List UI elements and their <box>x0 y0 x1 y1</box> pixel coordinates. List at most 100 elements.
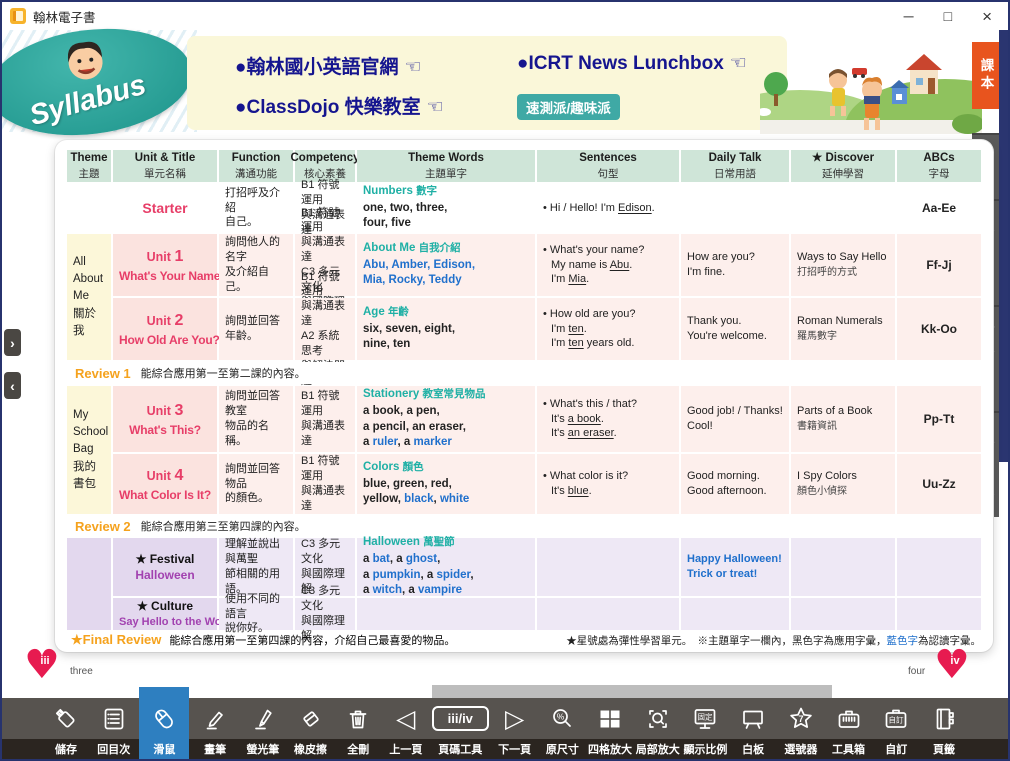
theme-all-about-me: All About Me 關於我 <box>67 234 111 360</box>
save-icon <box>52 698 80 739</box>
unit1-daily-cell: How are you? I'm fine. <box>681 234 789 296</box>
page-number-heart-right: ♥ iv <box>934 648 980 690</box>
highlighter-icon <box>249 698 277 739</box>
toc-button[interactable]: 回目次 <box>92 698 136 759</box>
unit2-title-cell: Unit 2 How Old Are You? <box>113 298 217 360</box>
svg-text:%: % <box>557 711 565 721</box>
col-header-abcs: ABCs字母 <box>897 150 981 182</box>
unit2-words-cell: Age 年齡 six, seven, eight,nine, ten <box>357 298 535 360</box>
original-size-button[interactable]: % 原尺寸 <box>540 698 584 759</box>
festival-abcs-cell <box>897 538 981 596</box>
expand-panel-button[interactable]: › <box>4 329 21 356</box>
page-tab-button[interactable]: 頁籤 <box>922 698 966 759</box>
festival-theme-cell <box>67 538 111 630</box>
col-header-theme: Theme主題 <box>67 150 111 182</box>
pointer-hand-icon: ☜ <box>404 57 421 78</box>
toc-icon <box>100 698 128 739</box>
mouse-icon <box>150 698 178 739</box>
quad-zoom-button[interactable]: 四格放大 <box>588 698 632 759</box>
tab-textbook[interactable]: 課本 <box>972 42 999 109</box>
culture-daily-cell <box>681 598 789 630</box>
display-scale-button[interactable]: 固定 顯示比例 <box>683 698 727 759</box>
unit2-discover-cell: Roman Numerals羅馬數字 <box>791 298 895 360</box>
unit4-discover-cell: I Spy Colors顏色小偵探 <box>791 454 895 514</box>
festival-sentences-cell <box>537 538 679 596</box>
final-review-label: ★Final Review <box>71 632 161 647</box>
unit3-title-cell: Unit 3 What's This? <box>113 386 217 452</box>
eraser-button[interactable]: 橡皮擦 <box>289 698 333 759</box>
starter-sentences-cell: • Hi / Hello! I'm Edison. <box>537 184 679 232</box>
kids-walking-illustration <box>760 32 982 134</box>
prev-page-button[interactable]: ◁ 上一頁 <box>384 698 428 759</box>
culture-discover-cell <box>791 598 895 630</box>
unit2-function-cell: 詢問並回答年齡。 <box>219 298 293 360</box>
region-zoom-icon <box>644 698 672 739</box>
maximize-button[interactable]: □ <box>944 9 952 23</box>
pen-icon <box>201 698 229 739</box>
culture-competency-cell: C3 多元文化 與國際理解 <box>295 598 355 630</box>
unit4-sentences-cell: • What color is it?It's blue. <box>537 454 679 514</box>
next-page-icon: ▷ <box>505 698 524 739</box>
bottom-toolbar: 儲存 回目次 滑鼠 畫筆 螢光筆 橡皮擦 <box>2 698 1008 759</box>
link-classdojo[interactable]: ●ClassDojo 快樂教室☜ <box>235 92 444 119</box>
unit4-competency-cell: B1 符號運用 與溝通表達 <box>295 454 355 514</box>
final-review-row: ★Final Review能綜合應用第一至第四課的內容，介紹自己最喜愛的物品。 … <box>71 632 981 648</box>
region-zoom-button[interactable]: 局部放大 <box>636 698 680 759</box>
culture-title-cell: ★ Culture Say Hello to the World <box>113 598 217 630</box>
pen-button[interactable]: 畫筆 <box>193 698 237 759</box>
unit1-sentences-cell: • What's your name?My name is Abu.I'm Mi… <box>537 234 679 296</box>
unit3-words-cell: Stationery 教室常見物品 a book, a pen,a pencil… <box>357 386 535 452</box>
unit3-abcs-cell: Pp-Tt <box>897 386 981 452</box>
col-header-unit-title: Unit & Title單元名稱 <box>113 150 217 182</box>
close-button[interactable]: × <box>982 8 992 25</box>
col-header-theme-words: Theme Words主題單字 <box>357 150 535 182</box>
unit4-words-cell: Colors 顏色 blue, green, red,yellow, black… <box>357 454 535 514</box>
unit2-abcs-cell: Kk-Oo <box>897 298 981 360</box>
unit1-abcs-cell: Ff-Jj <box>897 234 981 296</box>
quad-zoom-icon <box>596 698 624 739</box>
custom-tool-button[interactable]: 自訂 自訂 <box>874 698 918 759</box>
quiz-fun-chip-button[interactable]: 速測派/趣味派 <box>517 94 620 120</box>
delete-all-button[interactable]: 全刪 <box>336 698 380 759</box>
page-number-tool-button[interactable]: iii/iv 頁碼工具 <box>432 698 489 759</box>
pointer-hand-icon: ☜ <box>730 53 747 74</box>
col-header-daily-talk: Daily Talk日常用語 <box>681 150 789 182</box>
page-word-left: three <box>70 666 93 677</box>
original-size-icon: % <box>548 698 576 739</box>
starter-function-cell: 打招呼及介紹 自己。 <box>219 184 293 232</box>
svg-text:自訂: 自訂 <box>889 714 904 724</box>
festival-title-cell: ★ Festival Halloween <box>113 538 217 596</box>
unit3-daily-cell: Good job! / Thanks! Cool! <box>681 386 789 452</box>
next-page-button[interactable]: ▷ 下一頁 <box>493 698 537 759</box>
unit4-function-cell: 詢問並回答物品 的顏色。 <box>219 454 293 514</box>
col-header-sentences: Sentences句型 <box>537 150 679 182</box>
display-scale-icon: 固定 <box>691 698 719 739</box>
festival-words-cell: Halloween 萬聖節 a bat, a ghost,a pumpkin, … <box>357 538 535 596</box>
highlighter-button[interactable]: 螢光筆 <box>241 698 285 759</box>
minimize-button[interactable]: ─ <box>904 9 914 23</box>
titlebar: 翰林電子書 ─ □ × <box>2 2 1008 31</box>
horizontal-scrollbar[interactable] <box>432 685 832 698</box>
culture-function-cell: 使用不同的語言 說你好。 <box>219 598 293 630</box>
mouse-tool-button[interactable]: 滑鼠 <box>139 687 189 759</box>
main-content: Syllabus ●翰林國小英語官網☜ ●ICRT News Lunchbox☜… <box>2 30 1008 759</box>
syllabus-page: Theme主題 Unit & Title單元名稱 Function溝通功能 Co… <box>55 140 993 652</box>
toolbox-button[interactable]: 工具箱 <box>827 698 871 759</box>
whiteboard-button[interactable]: 白板 <box>731 698 775 759</box>
link-icrt-news-lunchbox[interactable]: ●ICRT News Lunchbox☜ <box>517 52 747 75</box>
number-picker-button[interactable]: 7 選號器 <box>779 698 823 759</box>
prev-page-icon: ◁ <box>396 698 415 739</box>
collapse-panel-button[interactable]: ‹ <box>4 372 21 399</box>
theme-my-school-bag: My School Bag 我的書包 <box>67 386 111 514</box>
svg-text:7: 7 <box>798 714 803 724</box>
unit2-competency-cell: B1 符號運用 與溝通表達 A2 系統思考 與解決問題 <box>295 298 355 360</box>
pointer-hand-icon: ☜ <box>427 97 444 118</box>
eraser-icon <box>297 698 325 739</box>
link-hanlin-english-site[interactable]: ●翰林國小英語官網☜ <box>235 52 422 79</box>
unit4-daily-cell: Good morning. Good afternoon. <box>681 454 789 514</box>
save-button[interactable]: 儲存 <box>44 698 88 759</box>
unit2-sentences-cell: • How old are you?I'm ten.I'm ten years … <box>537 298 679 360</box>
unit3-discover-cell: Parts of a Book書籍資訊 <box>791 386 895 452</box>
page-word-right: four <box>908 666 925 677</box>
trash-icon <box>344 698 372 739</box>
